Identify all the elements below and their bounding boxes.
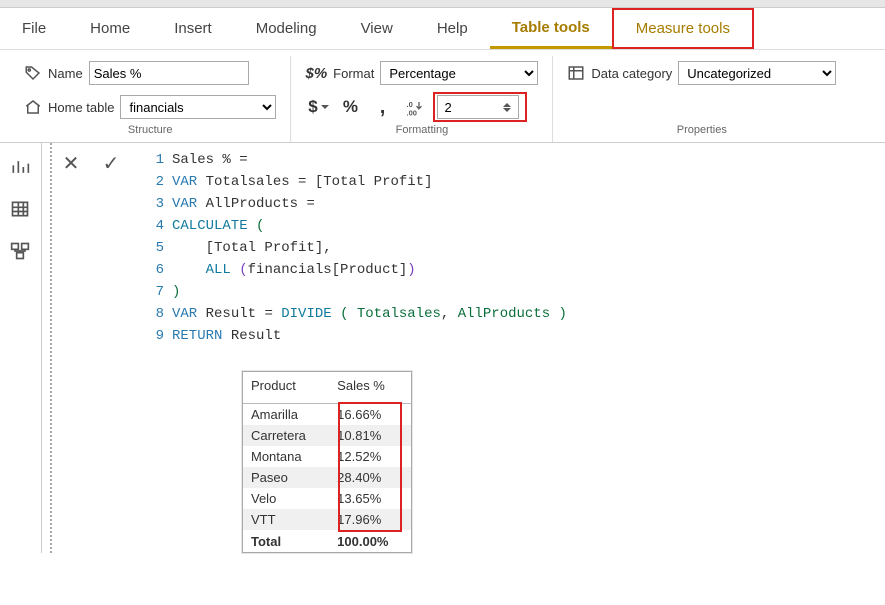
decimals-spinner[interactable] [503, 103, 511, 112]
commit-formula-button[interactable]: ✓ [96, 149, 126, 177]
report-view-button[interactable] [8, 157, 34, 179]
format-select[interactable]: Percentage [380, 61, 538, 85]
model-view-button[interactable] [8, 241, 34, 263]
name-label: Name [48, 66, 83, 81]
tag-icon [24, 64, 42, 82]
tab-home[interactable]: Home [68, 8, 152, 49]
tab-view[interactable]: View [339, 8, 415, 49]
table-row: Amarilla16.66% [243, 404, 411, 426]
group-title-properties: Properties [677, 120, 727, 140]
ribbon-group-structure: Name Home table financials Structure [10, 56, 291, 142]
table-visual[interactable]: Product Sales % Amarilla16.66% Carretera… [242, 371, 412, 553]
data-view-button[interactable] [8, 199, 34, 221]
home-icon [24, 98, 42, 116]
measure-name-input[interactable] [89, 61, 249, 85]
format-label: Format [333, 66, 374, 81]
category-icon [567, 64, 585, 82]
tab-help[interactable]: Help [415, 8, 490, 49]
group-title-formatting: Formatting [396, 120, 449, 140]
home-table-select[interactable]: financials [120, 95, 276, 119]
tab-modeling[interactable]: Modeling [234, 8, 339, 49]
table-row: Paseo28.40% [243, 467, 411, 488]
percent-button[interactable]: % [337, 94, 363, 120]
group-title-structure: Structure [128, 120, 173, 140]
data-category-label: Data category [591, 66, 672, 81]
cancel-formula-button[interactable]: ✕ [56, 149, 86, 177]
decimal-auto-button[interactable]: .0.00 [401, 94, 427, 120]
table-total-row: Total100.00% [243, 530, 411, 552]
thousands-button[interactable]: , [369, 94, 395, 120]
currency-button[interactable]: $ [305, 94, 331, 120]
ribbon-group-formatting: $% Format Percentage $ % , .0.00 [291, 56, 553, 142]
table-row: VTT17.96% [243, 509, 411, 530]
formula-bar: ✕ ✓ 1Sales % =2VAR Totalsales = [Total P… [52, 143, 885, 353]
format-icon: $% [305, 60, 327, 86]
table-row: Carretera10.81% [243, 425, 411, 446]
ribbon-group-properties: Data category Uncategorized Properties [553, 56, 850, 142]
table-row: Velo13.65% [243, 488, 411, 509]
home-table-label: Home table [48, 100, 114, 115]
svg-text:.00: .00 [407, 108, 417, 117]
table-header: Product Sales % [243, 372, 411, 404]
table-row: Montana12.52% [243, 446, 411, 467]
tab-file[interactable]: File [0, 8, 68, 49]
decimals-highlight [433, 92, 527, 122]
tab-table-tools[interactable]: Table tools [490, 8, 612, 49]
view-switcher [0, 143, 42, 553]
data-category-select[interactable]: Uncategorized [678, 61, 836, 85]
dax-editor[interactable]: 1Sales % =2VAR Totalsales = [Total Profi… [136, 149, 577, 347]
tab-measure-tools[interactable]: Measure tools [612, 8, 754, 49]
tab-insert[interactable]: Insert [152, 8, 234, 49]
